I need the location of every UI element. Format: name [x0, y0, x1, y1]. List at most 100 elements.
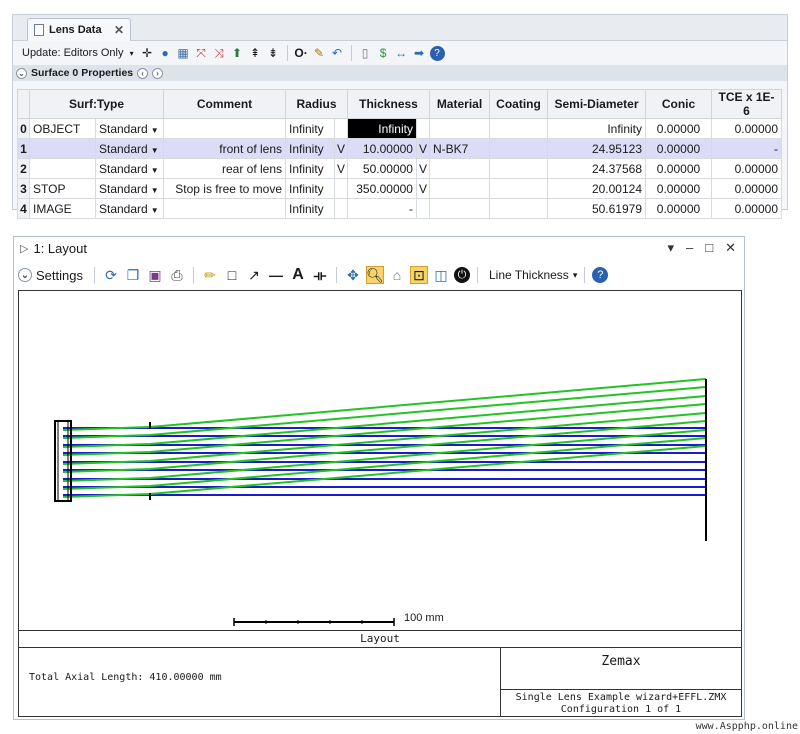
chevron-down-icon[interactable]: ▼: [151, 126, 159, 135]
header-material[interactable]: Material: [429, 89, 490, 119]
header-comment[interactable]: Comment: [163, 89, 286, 119]
header-thickness[interactable]: Thickness: [347, 89, 430, 119]
tilt-icon[interactable]: ⬆: [230, 46, 245, 61]
surf-type-cell[interactable]: Standard ▼: [95, 158, 164, 179]
material-cell[interactable]: [429, 178, 490, 199]
radius-cell[interactable]: Infinity: [285, 178, 335, 199]
chevron-right-icon[interactable]: ›: [152, 67, 164, 79]
layout-plot[interactable]: 100 mm Layout Total Axial Length: 410.00…: [18, 290, 742, 717]
header-radius[interactable]: Radius: [285, 89, 348, 119]
thickness-cell[interactable]: 10.00000: [347, 138, 417, 159]
undo-icon[interactable]: ↶: [330, 46, 345, 61]
thickness-cell[interactable]: 350.00000: [347, 178, 417, 199]
semi-diameter-cell[interactable]: 24.95123: [547, 138, 646, 159]
material-cell[interactable]: [429, 158, 490, 179]
radius-solve-cell[interactable]: V: [333, 158, 349, 179]
chevron-down-icon[interactable]: ▼: [151, 146, 159, 155]
surface-properties-bar[interactable]: ⌄ Surface 0 Properties ‹ ›: [13, 65, 787, 81]
save-icon[interactable]: ▣: [146, 266, 164, 284]
header-coating[interactable]: Coating: [489, 89, 548, 119]
conic-cell[interactable]: 0.00000: [645, 178, 712, 199]
dimension-icon[interactable]: ⟛: [311, 266, 329, 284]
fit-icon[interactable]: ⊡: [409, 266, 428, 284]
tce-cell[interactable]: 0.00000: [711, 118, 782, 139]
coating-cell[interactable]: [489, 138, 548, 159]
radius-cell[interactable]: Infinity: [285, 138, 335, 159]
power-icon[interactable]: ⏻: [453, 267, 470, 283]
radius-solve-cell[interactable]: [333, 118, 349, 139]
line-icon[interactable]: —: [267, 266, 285, 284]
comment-cell[interactable]: Stop is free to move: [163, 178, 286, 199]
surf-name-cell[interactable]: STOP: [29, 178, 96, 199]
copy-icon[interactable]: ❐: [124, 266, 142, 284]
coating-cell[interactable]: [489, 158, 548, 179]
page-icon[interactable]: ▯: [358, 46, 373, 61]
reverse-icon[interactable]: ⤨: [212, 46, 227, 61]
dollar-icon[interactable]: $: [376, 46, 391, 61]
tce-cell[interactable]: -: [711, 138, 782, 159]
conic-cell[interactable]: 0.00000: [645, 118, 712, 139]
thickness-cell[interactable]: 50.00000: [347, 158, 417, 179]
pencil-icon[interactable]: ✏: [201, 266, 219, 284]
help-icon[interactable]: ?: [592, 267, 609, 283]
settings-button[interactable]: ⌄ Settings: [18, 268, 87, 283]
rectangle-icon[interactable]: □: [223, 266, 241, 284]
radius-solve-cell[interactable]: V: [333, 138, 349, 159]
thickness-solve-cell[interactable]: V: [415, 158, 431, 179]
comment-cell[interactable]: rear of lens: [163, 158, 286, 179]
header-surf-type[interactable]: Surf:Type: [29, 89, 164, 119]
grid-icon[interactable]: ▦: [176, 46, 191, 61]
thickness-solve-cell[interactable]: [415, 198, 431, 219]
header-tce[interactable]: TCE x 1E-6: [711, 89, 782, 119]
chevron-down-icon[interactable]: ⌄: [16, 67, 27, 79]
semi-diameter-cell[interactable]: Infinity: [547, 118, 646, 139]
thickness-cell[interactable]: -: [347, 198, 417, 219]
minimize-icon[interactable]: –: [686, 240, 693, 256]
surf-type-cell[interactable]: Standard ▼: [95, 198, 164, 219]
table-row[interactable]: 3 STOP Standard ▼ Stop is free to move In…: [17, 178, 782, 199]
wand-icon[interactable]: ✎: [312, 46, 327, 61]
tce-cell[interactable]: 0.00000: [711, 158, 782, 179]
row-number[interactable]: 0: [17, 118, 30, 139]
globe-icon[interactable]: ●: [158, 46, 173, 61]
surf-name-cell[interactable]: [29, 158, 96, 179]
table-row[interactable]: 2 Standard ▼ rear of lens Infinity V 50.0…: [17, 158, 782, 179]
tce-cell[interactable]: 0.00000: [711, 178, 782, 199]
chevron-left-icon[interactable]: ‹: [137, 67, 149, 79]
tab-lens-data[interactable]: Lens Data ✕: [27, 18, 131, 41]
help-icon[interactable]: ?: [429, 45, 445, 61]
semi-diameter-cell[interactable]: 50.61979: [547, 198, 646, 219]
thickness-cell[interactable]: Infinity: [347, 118, 417, 139]
surf-name-cell[interactable]: OBJECT: [29, 118, 96, 139]
lock-icon[interactable]: ⌂: [388, 266, 406, 284]
pan-icon[interactable]: ✥: [344, 266, 362, 284]
arrow-icon[interactable]: ↗: [245, 266, 263, 284]
zoom-icon[interactable]: 🔍︎: [365, 266, 384, 284]
semi-diameter-cell[interactable]: 20.00124: [547, 178, 646, 199]
thickness-solve-cell[interactable]: [415, 118, 431, 139]
row-number[interactable]: 2: [17, 158, 30, 179]
decenter-icon[interactable]: ⇞: [248, 46, 263, 61]
radius-solve-cell[interactable]: [333, 198, 349, 219]
tce-cell[interactable]: 0.00000: [711, 198, 782, 219]
thickness-solve-cell[interactable]: V: [415, 178, 431, 199]
radius-solve-cell[interactable]: [333, 178, 349, 199]
radius-cell[interactable]: Infinity: [285, 158, 335, 179]
arrows-icon[interactable]: ↔: [394, 46, 409, 61]
coating-cell[interactable]: [489, 178, 548, 199]
table-row[interactable]: 0 OBJECT Standard ▼ Infinity Infinity Inf…: [17, 118, 782, 139]
comment-cell[interactable]: [163, 118, 286, 139]
add-fold-icon[interactable]: ⤧: [194, 46, 209, 61]
windows-icon[interactable]: ◫: [432, 266, 450, 284]
material-cell[interactable]: [429, 198, 490, 219]
chevron-down-icon[interactable]: ▼: [151, 166, 159, 175]
chevron-down-icon[interactable]: ▼: [151, 206, 159, 215]
semi-diameter-cell[interactable]: 24.37568: [547, 158, 646, 179]
thickness-solve-cell[interactable]: V: [415, 138, 431, 159]
surf-name-cell[interactable]: [29, 138, 96, 159]
refresh-icon[interactable]: ⟳: [102, 266, 120, 284]
close-icon[interactable]: ✕: [725, 240, 736, 256]
surf-type-cell[interactable]: Standard ▼: [95, 118, 164, 139]
row-number[interactable]: 1: [17, 138, 30, 159]
table-row[interactable]: 1 Standard ▼ front of lens Infinity V 10.…: [17, 138, 782, 159]
